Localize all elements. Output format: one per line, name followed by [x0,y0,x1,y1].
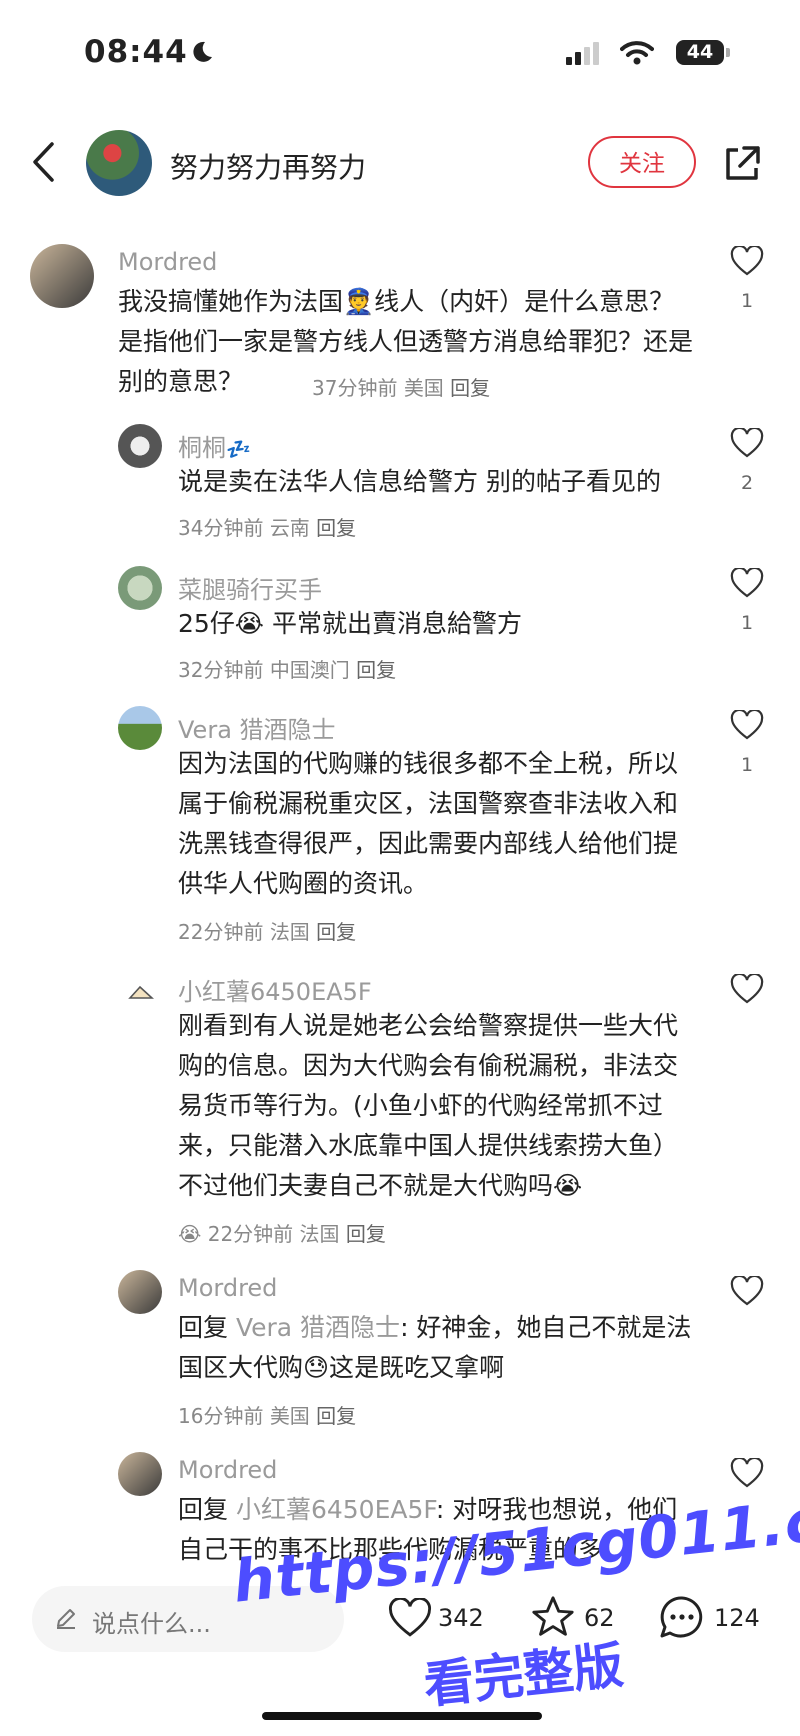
status-time: 08:44 [84,34,188,70]
avatar[interactable] [118,566,162,610]
comment-text: 因为法国的代购赚的钱很多都不全上税，所以属于偷税漏税重灾区，法国警察查非法收入和… [178,749,679,898]
like-count: 2 [740,472,754,494]
comment-location: 美国 [269,1404,310,1428]
avatar[interactable] [118,1452,162,1496]
like-count: 1 [740,754,754,776]
comment-author[interactable]: Vera 猎酒隐士 [178,710,336,745]
reply-button[interactable]: 回复 [316,516,356,540]
battery-tip [726,48,730,57]
comment-location: 法国 [299,1222,340,1246]
reply-button[interactable]: 回复 [316,1404,356,1428]
moon-icon [193,41,212,62]
comment-author[interactable]: Mordred [178,1456,277,1484]
avatar[interactable] [30,244,94,308]
comment-text: 25仔😭 平常就出賣消息給警方 [178,609,522,638]
like-heart-icon[interactable] [730,428,764,458]
comment-author[interactable]: 小红薯6450EA5F [178,972,372,1007]
pencil-icon [57,1609,75,1629]
input-placeholder: 说点什么... [92,1610,211,1638]
wifi-icon [620,41,654,65]
comment-meta: 😭 22分钟前 法国 回复 [178,1218,386,1247]
like-heart-icon[interactable] [730,246,764,276]
comment-text: 刚看到有人说是她老公会给警察提供一些大代购的信息。因为大代购会有偷税漏税，非法交… [178,1011,679,1200]
comment-meta: 32分钟前 中国澳门 回复 [178,654,396,683]
like-heart-icon[interactable] [388,1598,432,1638]
like-heart-icon[interactable] [730,1458,764,1488]
reply-to-user[interactable]: Vera 猎酒隐士 [236,1313,400,1342]
author-name[interactable]: 努力努力再努力 [170,146,366,186]
reply-button[interactable]: 回复 [316,920,356,944]
comment-author[interactable]: Mordred [118,248,217,276]
like-heart-icon[interactable] [730,568,764,598]
like-count: 1 [740,612,754,634]
comment-meta: 34分钟前 云南 回复 [178,512,356,541]
author-name-text: 桐桐 [178,434,226,462]
comment-meta: 16分钟前 美国 回复 [178,1400,356,1429]
comment-time: 22分钟前 [178,920,264,944]
like-count: 1 [740,290,754,312]
comment-time: 16分钟前 [178,1404,264,1428]
author-avatar[interactable] [86,130,152,196]
comment-meta: 22分钟前 法国 回复 [178,916,356,945]
comment-location: 美国 [403,376,444,400]
reply-prefix: 回复 [178,1495,229,1524]
sleep-emoji: 💤 [226,437,251,461]
emoji-prefix: 😭 [178,1222,202,1246]
avatar[interactable] [118,706,162,750]
comment-time: 37分钟前 [312,376,398,400]
follow-button[interactable]: 关注 [588,136,696,188]
like-heart-icon[interactable] [730,710,764,740]
comment-time: 32分钟前 [178,658,264,682]
reply-button[interactable]: 回复 [356,658,396,682]
comment-time: 34分钟前 [178,516,264,540]
reply-to-user[interactable]: 小红薯6450EA5F [236,1495,436,1524]
comment-author[interactable]: 桐桐💤 [178,428,251,463]
comment-location: 云南 [269,516,310,540]
comment-total: 124 [714,1604,760,1632]
reply-button[interactable]: 回复 [450,376,490,400]
cellular-signal-icon [566,42,602,65]
avatar[interactable] [128,984,155,1000]
share-icon[interactable] [722,144,762,184]
comment-meta: 37分钟前 美国 回复 [312,372,490,401]
comment-bubble-icon[interactable] [658,1594,706,1640]
comment-location: 法国 [269,920,310,944]
reply-button[interactable]: 回复 [346,1222,386,1246]
reply-prefix: 回复 [178,1313,229,1342]
like-heart-icon[interactable] [730,974,764,1004]
home-indicator [262,1712,542,1720]
comment-author[interactable]: Mordred [178,1274,277,1302]
like-heart-icon[interactable] [730,1276,764,1306]
like-total: 342 [438,1604,484,1632]
doodle-avatar-icon [128,985,155,999]
back-chevron-icon[interactable] [30,140,56,184]
comment-location: 中国澳门 [269,658,350,682]
battery-icon: 44 [676,40,724,65]
avatar[interactable] [118,424,162,468]
avatar[interactable] [118,1270,162,1314]
comment-author[interactable]: 菜腿骑行买手 [178,570,322,605]
comment-time: 22分钟前 [207,1222,294,1246]
comment-text: 回复 Vera 猎酒隐士: 好神金，她自己不就是法国区大代购😓这是既吃又拿啊 [178,1308,698,1388]
comment-text: 说是卖在法华人信息给警方 别的帖子看见的 [178,467,661,496]
